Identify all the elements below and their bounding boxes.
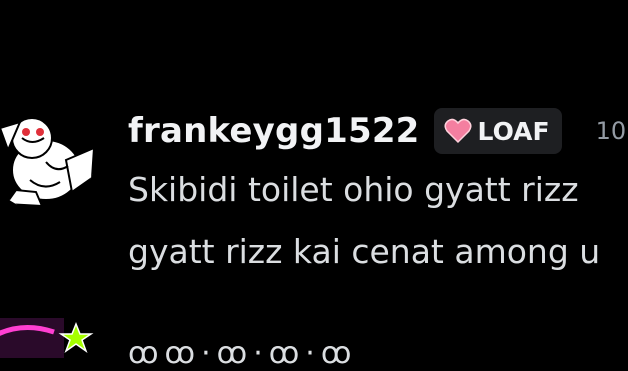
user-avatar[interactable] [0, 100, 96, 210]
username[interactable]: frankeygg1522 [128, 111, 420, 151]
heart-icon [444, 118, 472, 144]
next-message-text: ꝏꝏ·ꝏ·ꝏ·ꝏ [128, 336, 358, 371]
message-text-line: gyatt rizz kai cenat among u [128, 232, 601, 271]
timestamp: 10:1 [595, 117, 628, 145]
server-tag[interactable]: LOAF [433, 108, 562, 154]
chat-message: frankeygg1522 LOAF 10:1 Skibidi toilet o… [0, 0, 628, 371]
avatar-image [0, 117, 96, 208]
next-user-avatar[interactable] [0, 318, 94, 358]
star-icon [0, 318, 94, 358]
message-text-line: Skibidi toilet ohio gyatt rizz [128, 170, 579, 209]
message-header: frankeygg1522 LOAF 10:1 [128, 108, 628, 154]
server-tag-label: LOAF [477, 116, 550, 146]
